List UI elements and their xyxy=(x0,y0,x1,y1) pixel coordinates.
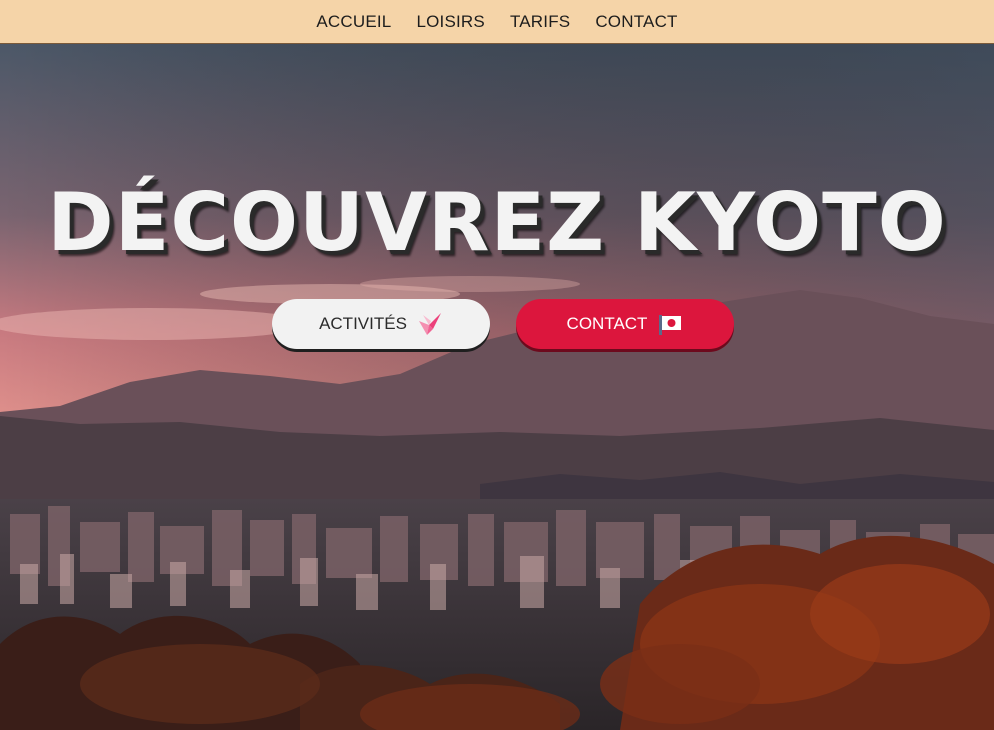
nav-link-loisirs[interactable]: LOISIRS xyxy=(416,12,484,32)
nav-link-accueil[interactable]: ACCUEIL xyxy=(316,12,391,32)
top-navbar: ACCUEIL LOISIRS TARIFS CONTACT xyxy=(0,0,994,44)
activities-button[interactable]: ACTIVITÉS xyxy=(272,299,490,349)
japan-flag-icon xyxy=(659,315,682,335)
activities-button-label: ACTIVITÉS xyxy=(319,314,407,333)
hero-section: DÉCOUVREZ KYOTO ACTIVITÉS CONTACT xyxy=(0,44,994,730)
origami-crane-icon xyxy=(418,313,441,335)
nav-link-contact[interactable]: CONTACT xyxy=(595,12,677,32)
hero-title: DÉCOUVREZ KYOTO xyxy=(47,176,947,269)
kyoto-skyline-background xyxy=(0,44,994,730)
contact-button[interactable]: CONTACT xyxy=(516,299,734,349)
contact-button-label: CONTACT xyxy=(566,314,648,333)
nav-link-tarifs[interactable]: TARIFS xyxy=(510,12,570,32)
